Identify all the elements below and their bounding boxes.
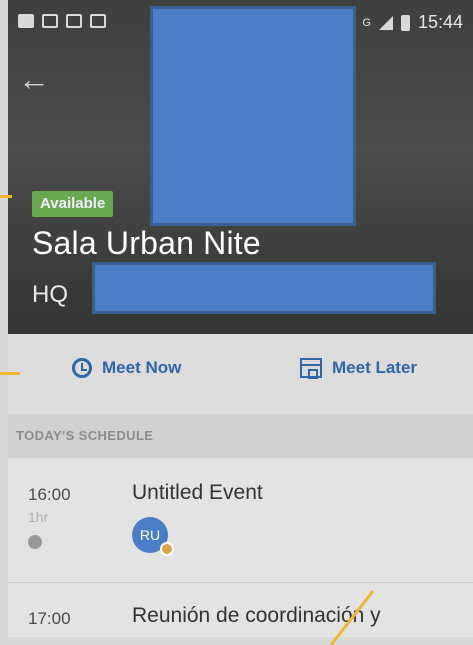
- event-title: Untitled Event: [132, 481, 263, 504]
- signal-icon: [378, 15, 393, 30]
- annotation-arrow: [0, 372, 20, 375]
- room-header: G 15:44 ← Available Sala Urban Nite HQ: [8, 0, 473, 334]
- gmail-icon: [90, 14, 106, 28]
- calendar-icon: [300, 358, 322, 379]
- schedule-list: 16:00 1hr Untitled Event RU 17:00 Reunió…: [8, 458, 473, 637]
- event-duration: 1hr: [28, 509, 49, 525]
- back-button[interactable]: ←: [18, 61, 58, 97]
- meet-now-button[interactable]: Meet Now: [72, 358, 181, 378]
- meet-later-button[interactable]: Meet Later: [300, 358, 418, 379]
- list-item[interactable]: 17:00 Reunión de coordinación y: [8, 583, 473, 637]
- star-icon: [160, 542, 174, 556]
- event-time: 17:00: [28, 609, 71, 628]
- meet-now-label: Meet Now: [102, 358, 182, 377]
- event-time: 16:00: [28, 485, 71, 504]
- availability-badge: Available: [32, 191, 114, 217]
- room-location: HQ: [32, 281, 68, 308]
- network-label: G: [362, 16, 371, 29]
- battery-icon: [400, 14, 410, 31]
- clock-icon: [72, 358, 92, 378]
- arrow-left-icon: ←: [18, 61, 50, 97]
- annotation-arrow: [0, 195, 12, 198]
- meet-later-label: Meet Later: [332, 358, 418, 377]
- gallery-icon: [42, 14, 58, 28]
- youtube-icon: [18, 14, 34, 28]
- redaction-box: [92, 262, 436, 314]
- schedule-section-title: TODAY'S SCHEDULE: [8, 414, 473, 458]
- list-item[interactable]: 16:00 1hr Untitled Event RU: [8, 458, 473, 582]
- event-icon: [28, 535, 42, 549]
- action-bar: Meet Now Meet Later: [8, 334, 473, 415]
- status-time: 15:44: [417, 12, 463, 32]
- status-right: G 15:44: [362, 12, 463, 33]
- redaction-box: [150, 6, 356, 226]
- vpn-icon: [66, 14, 82, 28]
- room-name: Sala Urban Nite: [32, 225, 261, 261]
